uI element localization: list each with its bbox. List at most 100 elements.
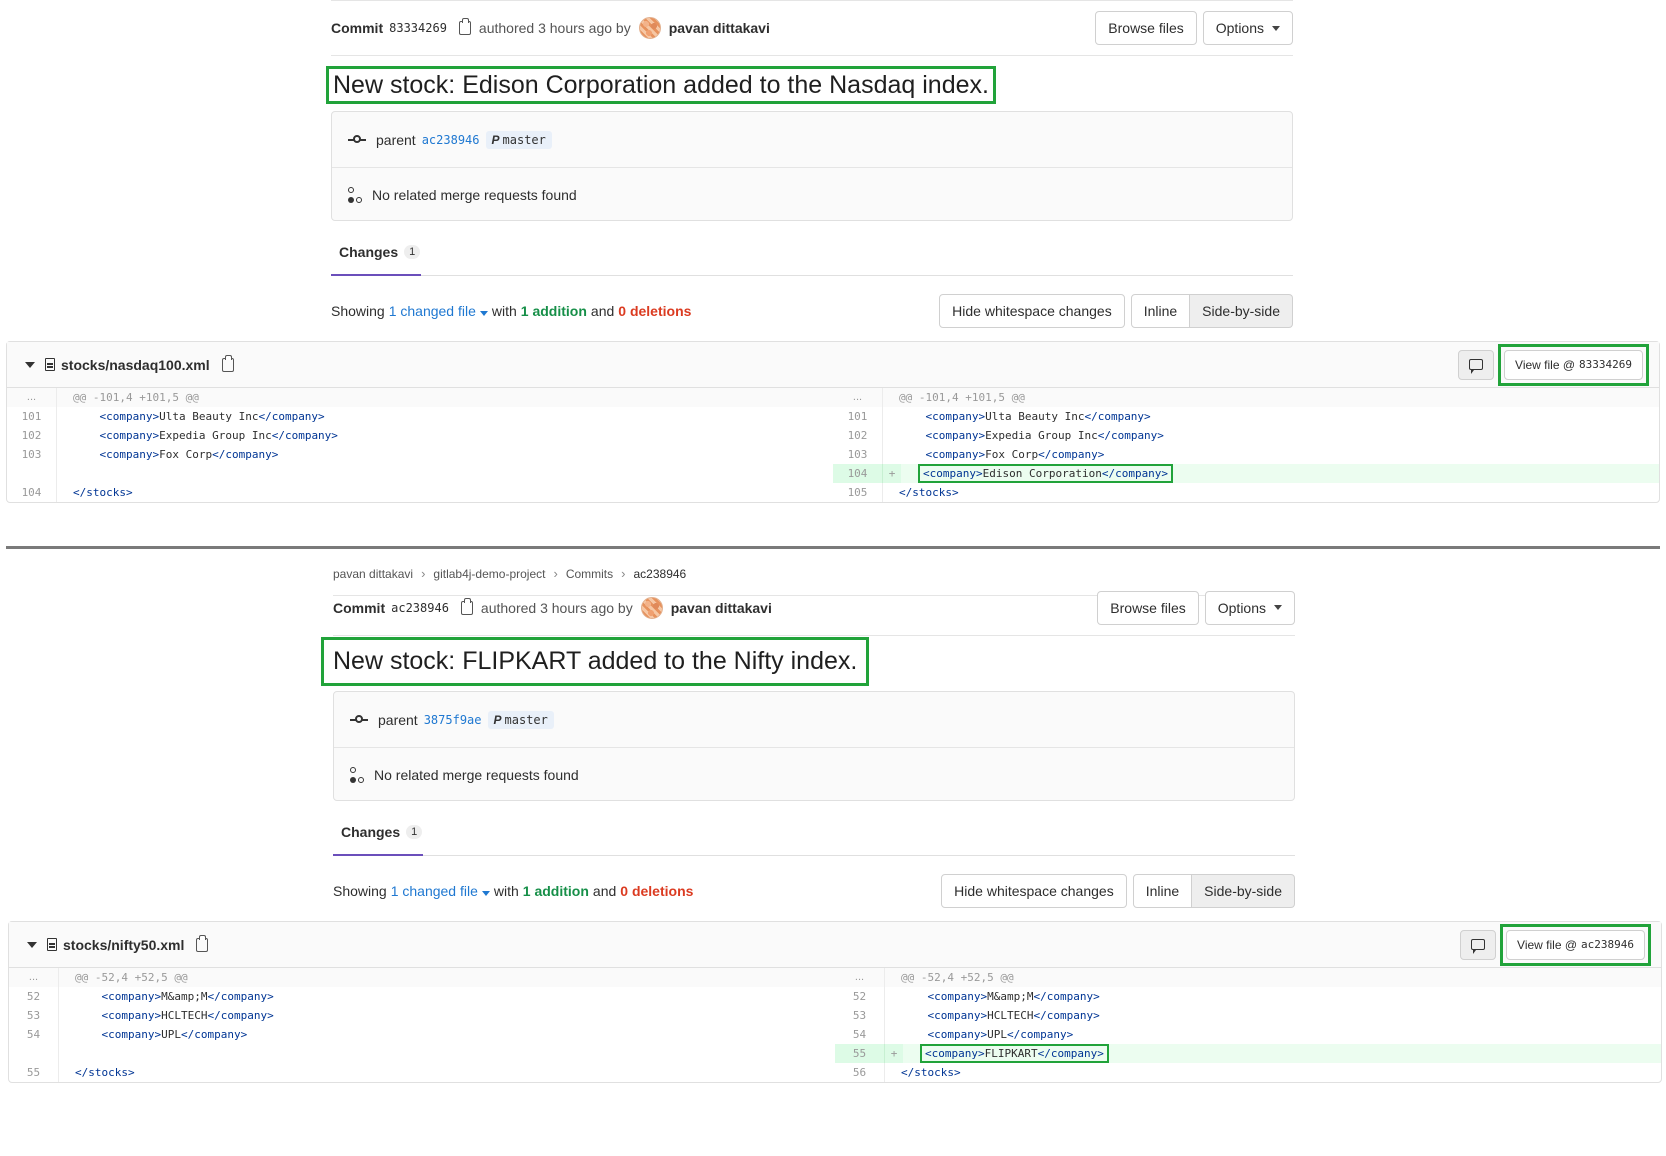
- view-file-button[interactable]: View file @ ac238946: [1506, 929, 1645, 960]
- hide-whitespace-button[interactable]: Hide whitespace changes: [941, 874, 1127, 908]
- line-number[interactable]: 55: [9, 1063, 59, 1082]
- line-number: [9, 1044, 59, 1063]
- commit-info-box: parent 3875f9ae Pmaster No related merge…: [333, 691, 1295, 801]
- breadcrumb-user[interactable]: pavan dittakavi: [333, 567, 413, 581]
- chevron-right-icon: ›: [553, 566, 558, 581]
- changed-files-label: 1 changed file: [388, 303, 476, 319]
- diff-line: 54 <company>UPL</company>: [9, 1025, 835, 1044]
- breadcrumb-commits[interactable]: Commits: [566, 567, 613, 581]
- diff-line-added: 55 + <company>FLIPKART</company>: [835, 1044, 1661, 1063]
- chevron-right-icon: ›: [421, 566, 426, 581]
- browse-files-button[interactable]: Browse files: [1097, 590, 1199, 625]
- xml-tag: </company>: [1006, 1028, 1074, 1041]
- avatar[interactable]: [638, 17, 661, 39]
- parent-sha-link[interactable]: 3875f9ae: [424, 713, 482, 727]
- parent-label: parent: [378, 711, 418, 728]
- avatar[interactable]: [640, 596, 663, 619]
- view-file-label: View file @: [1515, 357, 1576, 372]
- stats-and: and: [590, 303, 615, 319]
- diff-file-block: stocks/nifty50.xml View file @ ac238946 .…: [8, 921, 1662, 1083]
- code-text: <company>HCLTECH</company>: [885, 1009, 1100, 1022]
- line-number[interactable]: 56: [835, 1063, 885, 1082]
- xml-tag: <company>: [925, 1047, 985, 1060]
- line-number[interactable]: 53: [9, 1006, 59, 1025]
- line-number[interactable]: 102: [833, 426, 883, 445]
- collapse-toggle-icon[interactable]: [25, 361, 35, 368]
- options-button[interactable]: Options: [1204, 590, 1295, 625]
- added-marker: +: [885, 1044, 903, 1063]
- side-by-side-button[interactable]: Side-by-side: [1192, 874, 1295, 908]
- options-button[interactable]: Options: [1202, 11, 1293, 45]
- line-number[interactable]: 105: [833, 483, 883, 502]
- line-number[interactable]: 103: [7, 445, 57, 464]
- parent-label: parent: [376, 131, 416, 148]
- copy-icon[interactable]: [221, 354, 234, 372]
- diff-line: 102 <company>Expedia Group Inc</company>: [7, 426, 833, 445]
- line-number[interactable]: 102: [7, 426, 57, 445]
- author-name[interactable]: pavan dittakavi: [671, 600, 772, 616]
- xml-tag: <company>: [925, 410, 986, 423]
- view-file-highlight: View file @83334269: [1498, 343, 1649, 386]
- breadcrumb-current[interactable]: ac238946: [634, 567, 687, 581]
- line-number[interactable]: 101: [833, 407, 883, 426]
- copy-icon[interactable]: [196, 934, 209, 952]
- view-file-sha: ac238946: [1581, 938, 1634, 951]
- tab-changes[interactable]: Changes 1: [333, 810, 423, 856]
- chevron-down-icon: [481, 891, 490, 896]
- tab-changes-label: Changes: [339, 244, 399, 260]
- xml-tag: </company>: [258, 410, 325, 423]
- branch-name: master: [504, 712, 548, 727]
- xml-tag: </stocks>: [75, 1066, 135, 1079]
- line-number[interactable]: 104: [833, 464, 883, 483]
- line-number[interactable]: 54: [9, 1025, 59, 1044]
- stats-showing: Showing: [331, 303, 385, 319]
- breadcrumb-project[interactable]: gitlab4j-demo-project: [433, 567, 545, 581]
- collapse-toggle-icon[interactable]: [27, 941, 37, 948]
- xml-tag: <company>: [101, 1009, 162, 1022]
- side-by-side-button[interactable]: Side-by-side: [1190, 294, 1293, 328]
- tab-changes[interactable]: Changes 1: [331, 230, 421, 276]
- tab-changes-count: 1: [406, 825, 423, 839]
- file-header: stocks/nifty50.xml View file @ ac238946: [9, 922, 1661, 968]
- browse-files-button[interactable]: Browse files: [1095, 11, 1197, 45]
- line-number[interactable]: 52: [835, 987, 885, 1006]
- xml-text: M&amp;M: [161, 990, 208, 1003]
- line-number[interactable]: 55: [835, 1044, 885, 1063]
- hide-whitespace-button[interactable]: Hide whitespace changes: [939, 294, 1125, 328]
- file-path[interactable]: stocks/nasdaq100.xml: [61, 357, 210, 373]
- parent-sha-link[interactable]: ac238946: [422, 133, 480, 147]
- inline-button[interactable]: Inline: [1130, 294, 1191, 328]
- xml-tag: </company>: [271, 429, 338, 442]
- diff-line: 54 <company>UPL</company>: [835, 1025, 1661, 1044]
- code-text: </stocks>: [57, 486, 133, 499]
- line-number[interactable]: 104: [7, 483, 57, 502]
- xml-text: Ulta Beauty Inc: [985, 410, 1085, 423]
- stats-additions: 1 addition: [520, 303, 587, 319]
- stats-showing: Showing: [333, 883, 387, 899]
- line-number[interactable]: 101: [7, 407, 57, 426]
- code-text: <company>Ulta Beauty Inc</company>: [883, 410, 1151, 423]
- copy-icon[interactable]: [460, 597, 473, 615]
- author-name[interactable]: pavan dittakavi: [669, 20, 770, 36]
- line-number: [7, 464, 57, 483]
- line-number[interactable]: 53: [835, 1006, 885, 1025]
- changed-files-dropdown[interactable]: 1 changed file: [391, 883, 490, 899]
- comment-button[interactable]: [1458, 349, 1495, 380]
- diff-line: 52 <company>M&amp;M</company>: [9, 987, 835, 1006]
- file-path[interactable]: stocks/nifty50.xml: [63, 937, 184, 953]
- changed-files-dropdown[interactable]: 1 changed file: [389, 303, 488, 319]
- line-number[interactable]: 54: [835, 1025, 885, 1044]
- comment-button[interactable]: [1460, 929, 1497, 960]
- code-text: </stocks>: [883, 486, 959, 499]
- line-number[interactable]: 103: [833, 445, 883, 464]
- merge-request-text: No related merge requests found: [374, 767, 579, 783]
- inline-button[interactable]: Inline: [1132, 874, 1193, 908]
- view-file-button[interactable]: View file @83334269: [1504, 349, 1643, 380]
- line-number[interactable]: 52: [9, 987, 59, 1006]
- commit-sha: ac238946: [391, 600, 449, 615]
- branch-badge[interactable]: Pmaster: [487, 710, 554, 729]
- branch-badge[interactable]: Pmaster: [485, 130, 552, 149]
- diff-right: ... @@ -52,4 +52,5 @@ 52 <company>M&amp;M…: [835, 968, 1661, 1082]
- stats-additions: 1 addition: [522, 883, 589, 899]
- copy-icon[interactable]: [458, 18, 471, 35]
